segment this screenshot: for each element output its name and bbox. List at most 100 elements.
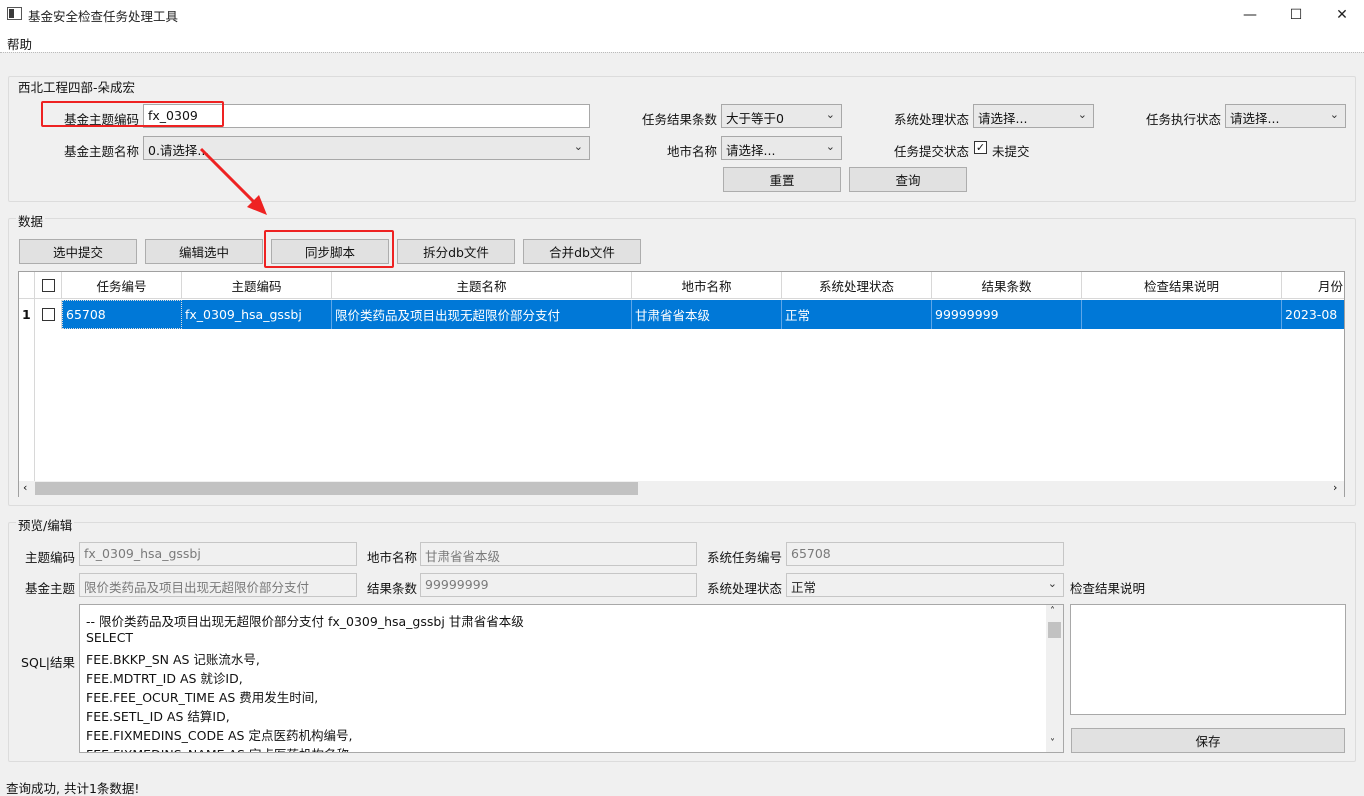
table-corner (19, 272, 35, 299)
preview-sys-status-value: 正常 (791, 580, 817, 595)
annotation-arrow-icon (199, 147, 267, 215)
preview-sys-status-select[interactable]: 正常 ⌄ (786, 573, 1064, 597)
sql-line: FEE.FIXMEDINS_CODE AS 定点医药机构编号, (86, 728, 353, 743)
scroll-left-icon[interactable]: ‹ (23, 481, 27, 494)
col-header[interactable]: 结果条数 (932, 272, 1082, 299)
fund-name-label: 基金主题名称 (63, 144, 139, 159)
preview-theme-code-label: 主题编码 (24, 550, 75, 565)
preview-result-count-label: 结果条数 (366, 581, 417, 596)
exec-status-label: 任务执行状态 (1145, 112, 1221, 127)
data-table[interactable]: 任务编号 主题编码 主题名称 地市名称 系统处理状态 结果条数 检查结果说明 月… (18, 271, 1345, 497)
sql-line: SELECT (86, 630, 134, 645)
chevron-down-icon: ⌄ (825, 108, 835, 121)
query-group-title: 西北工程四部-朵成宏 (16, 77, 138, 96)
result-count-value: 大于等于0 (726, 111, 784, 126)
city-label: 地市名称 (666, 144, 717, 159)
preview-city-input[interactable]: 甘肃省省本级 (420, 542, 697, 566)
result-count-label: 任务结果条数 (641, 112, 717, 127)
city-select[interactable]: 请选择... ⌄ (721, 136, 842, 160)
highlight-box-fund-code (41, 101, 224, 127)
title-bar (0, 0, 1364, 30)
col-header[interactable]: 主题编码 (182, 272, 332, 299)
app-icon (7, 7, 22, 20)
cell-month[interactable]: 2023-08 (1282, 300, 1344, 329)
chevron-down-icon: ⌄ (1047, 577, 1057, 590)
preview-group-title: 预览/编辑 (16, 515, 75, 534)
col-header[interactable]: 地市名称 (632, 272, 782, 299)
minimize-button[interactable]: — (1227, 0, 1273, 30)
sql-editor[interactable]: -- 限价类药品及项目出现无超限价部分支付 fx_0309_hsa_gssbj … (79, 604, 1064, 753)
row-check-cell (35, 300, 62, 329)
row-header-column (19, 299, 35, 496)
row-index: 1 (22, 307, 31, 322)
sql-line: FEE.FIXMEDINS_NAME AS 定点医药机构名称, (86, 744, 353, 752)
data-group-title: 数据 (16, 211, 46, 230)
save-button[interactable]: 保存 (1071, 728, 1345, 753)
col-header[interactable]: 系统处理状态 (782, 272, 932, 299)
sql-line: FEE.FEE_OCUR_TIME AS 费用发生时间, (86, 690, 319, 705)
col-header[interactable]: 检查结果说明 (1082, 272, 1282, 299)
sys-status-select[interactable]: 请选择... ⌄ (973, 104, 1094, 128)
edit-selected-button[interactable]: 编辑选中 (145, 239, 263, 264)
city-value: 请选择... (726, 143, 776, 158)
sql-label: SQL|结果 (21, 655, 75, 670)
sql-scroll-thumb[interactable] (1048, 622, 1061, 638)
query-button[interactable]: 查询 (849, 167, 967, 192)
chevron-down-icon: ⌄ (573, 140, 583, 153)
highlight-box-sync-script (264, 230, 394, 268)
cell-theme-name[interactable]: 限价类药品及项目出现无超限价部分支付 (332, 300, 632, 329)
preview-sys-status-label: 系统处理状态 (706, 581, 782, 596)
reset-button[interactable]: 重置 (723, 167, 841, 192)
sql-line: FEE.SETL_ID AS 结算ID, (86, 709, 230, 724)
chevron-down-icon: ⌄ (1077, 108, 1087, 121)
cell-sys-status[interactable]: 正常 (782, 300, 932, 329)
cell-theme-code[interactable]: fx_0309_hsa_gssbj (182, 300, 332, 329)
menu-divider (0, 52, 1364, 53)
cell-check-note[interactable] (1082, 300, 1282, 329)
check-note-textarea[interactable] (1070, 604, 1346, 715)
menu-bar (0, 30, 1364, 52)
sql-line: FEE.MDTRT_ID AS 就诊ID, (86, 671, 243, 686)
sql-line: FEE.BKKP_SN AS 记账流水号, (86, 652, 260, 667)
preview-sys-task-no-input[interactable]: 65708 (786, 542, 1064, 566)
menu-help[interactable]: 帮助 (7, 34, 32, 53)
preview-theme-code-input[interactable]: fx_0309_hsa_gssbj (79, 542, 357, 566)
scroll-up-icon[interactable]: ˄ (1050, 606, 1055, 617)
submit-status-text: 未提交 (992, 144, 1030, 159)
submit-status-label: 任务提交状态 (893, 144, 969, 159)
col-header[interactable]: 任务编号 (62, 272, 182, 299)
preview-city-label: 地市名称 (366, 550, 417, 565)
select-all-cell (35, 272, 62, 299)
cell-result-count[interactable]: 99999999 (932, 300, 1082, 329)
exec-status-value: 请选择... (1230, 111, 1280, 126)
merge-db-button[interactable]: 合并db文件 (523, 239, 641, 264)
submit-status-checkbox[interactable]: ✓ (974, 141, 987, 154)
chevron-down-icon: ⌄ (1329, 108, 1339, 121)
close-button[interactable]: ✕ (1319, 0, 1364, 30)
scroll-down-icon[interactable]: ˅ (1050, 738, 1055, 749)
preview-sys-task-no-label: 系统任务编号 (706, 550, 782, 565)
split-db-button[interactable]: 拆分db文件 (397, 239, 515, 264)
preview-result-count-input[interactable]: 99999999 (420, 573, 697, 597)
scroll-right-icon[interactable]: › (1333, 481, 1337, 494)
horizontal-scroll-thumb[interactable] (35, 482, 638, 495)
sys-status-value: 请选择... (978, 111, 1028, 126)
preview-fund-theme-input[interactable]: 限价类药品及项目出现无超限价部分支付 (79, 573, 357, 597)
result-count-select[interactable]: 大于等于0 ⌄ (721, 104, 842, 128)
check-note-label: 检查结果说明 (1070, 581, 1146, 596)
chevron-down-icon: ⌄ (825, 140, 835, 153)
preview-fund-theme-label: 基金主题 (24, 581, 75, 596)
window-title: 基金安全检查任务处理工具 (28, 9, 179, 24)
cell-city[interactable]: 甘肃省省本级 (632, 300, 782, 329)
select-all-checkbox[interactable] (41, 278, 55, 292)
maximize-button[interactable]: ☐ (1273, 0, 1319, 30)
submit-selected-button[interactable]: 选中提交 (19, 239, 137, 264)
col-header[interactable]: 主题名称 (332, 272, 632, 299)
sys-status-label: 系统处理状态 (893, 112, 969, 127)
sql-line: -- 限价类药品及项目出现无超限价部分支付 fx_0309_hsa_gssbj … (86, 614, 524, 629)
col-header[interactable]: 月份 (1282, 272, 1344, 299)
row-checkbox[interactable] (41, 308, 55, 321)
exec-status-select[interactable]: 请选择... ⌄ (1225, 104, 1346, 128)
status-bar-text: 查询成功, 共计1条数据! (6, 781, 140, 796)
cell-task-no[interactable]: 65708 (62, 300, 182, 329)
